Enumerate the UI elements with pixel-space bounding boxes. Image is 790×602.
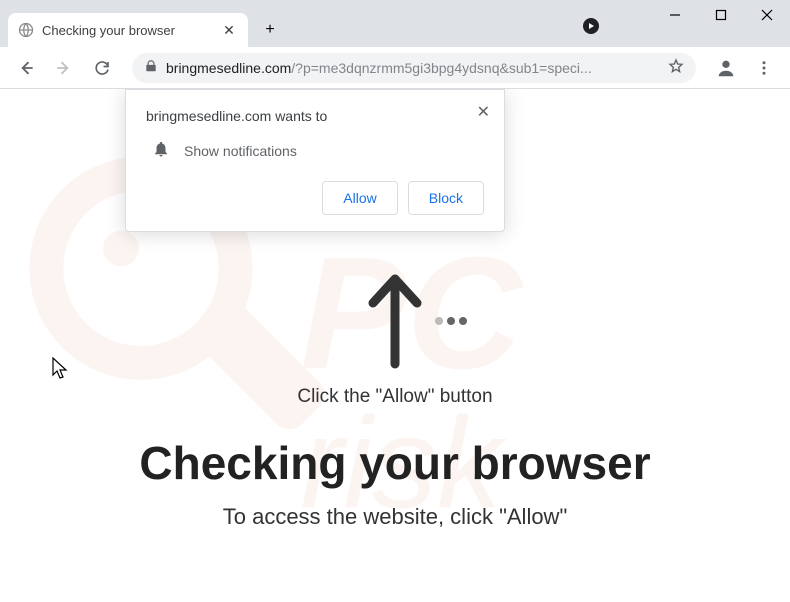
dot-icon (459, 317, 467, 325)
reload-button[interactable] (86, 52, 118, 84)
url-host: bringmesedline.com (166, 60, 291, 76)
back-button[interactable] (10, 52, 42, 84)
loading-dots (435, 317, 467, 325)
media-indicator-icon (582, 17, 600, 40)
dot-icon (435, 317, 443, 325)
menu-dots-icon[interactable] (748, 52, 780, 84)
lock-icon (144, 59, 158, 76)
maximize-button[interactable] (698, 0, 744, 30)
page-content: PC risk ✕ bringmesedline.com wants to Sh… (0, 89, 790, 602)
globe-icon (18, 22, 34, 38)
page-subtext: To access the website, click "Allow" (0, 504, 790, 530)
browser-tab[interactable]: Checking your browser ✕ (8, 13, 248, 47)
page-body: Click the "Allow" button Checking your b… (0, 89, 790, 530)
dot-icon (447, 317, 455, 325)
window-controls (652, 0, 790, 30)
window-titlebar: Checking your browser ✕ + (0, 0, 790, 47)
tabs-row: Checking your browser ✕ + (0, 9, 284, 47)
cursor-icon (52, 357, 70, 386)
page-heading: Checking your browser (0, 436, 790, 490)
close-icon[interactable]: ✕ (220, 21, 238, 39)
bookmark-star-icon[interactable] (668, 58, 684, 77)
browser-toolbar: bringmesedline.com/?p=me3dqnzrmm5gi3bpg4… (0, 47, 790, 89)
profile-avatar-icon[interactable] (710, 52, 742, 84)
tab-title: Checking your browser (42, 23, 175, 38)
click-allow-text: Click the "Allow" button (0, 386, 790, 408)
arrow-up-icon (365, 269, 425, 374)
address-bar[interactable]: bringmesedline.com/?p=me3dqnzrmm5gi3bpg4… (132, 53, 696, 83)
minimize-button[interactable] (652, 0, 698, 30)
new-tab-button[interactable]: + (256, 16, 284, 44)
url-path: /?p=me3dqnzrmm5gi3bpg4ydsnq&sub1=speci..… (291, 60, 591, 76)
forward-button[interactable] (48, 52, 80, 84)
close-window-button[interactable] (744, 0, 790, 30)
